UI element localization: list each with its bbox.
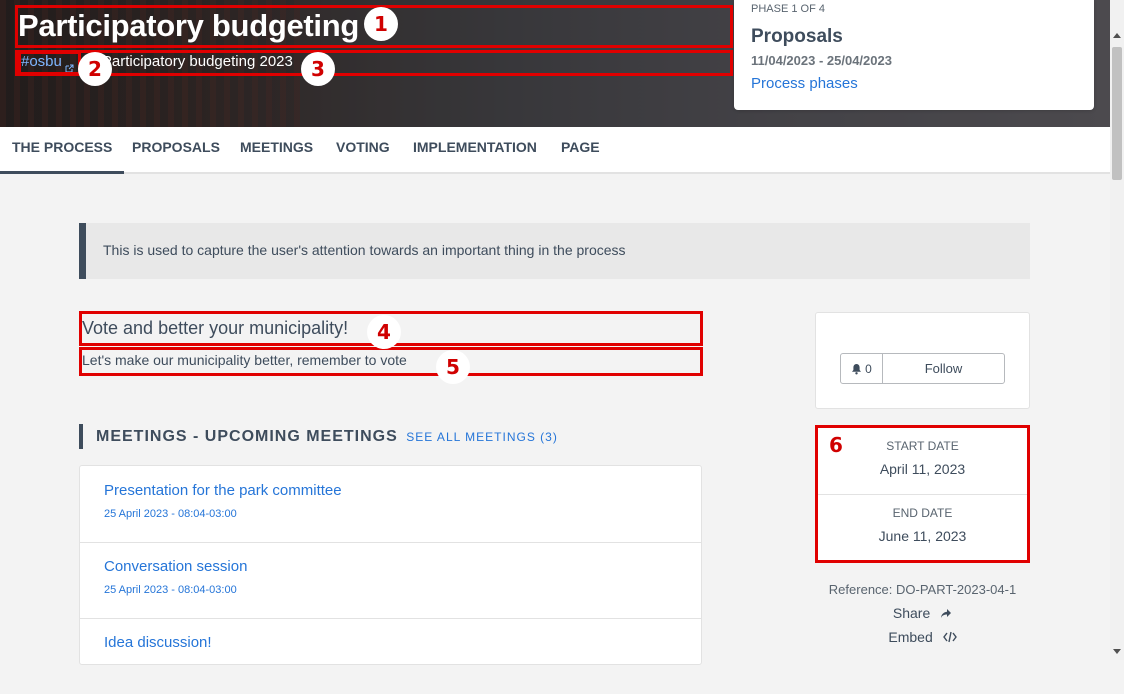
tab-voting[interactable]: VOTING bbox=[336, 127, 390, 172]
meeting-title-link[interactable]: Presentation for the park committee bbox=[104, 482, 342, 499]
embed-label: Embed bbox=[888, 629, 933, 645]
announcement-text: This is used to capture the user's atten… bbox=[103, 242, 626, 258]
meeting-title-link[interactable]: Idea discussion! bbox=[104, 634, 212, 651]
share-arrow-icon bbox=[941, 609, 952, 618]
see-all-meetings-link[interactable]: SEE ALL MEETINGS (3) bbox=[406, 430, 558, 444]
scroll-up-arrow-icon[interactable] bbox=[1113, 33, 1121, 38]
meetings-list: Presentation for the park committee 25 A… bbox=[79, 465, 702, 665]
tab-the-process[interactable]: THE PROCESS bbox=[0, 127, 125, 174]
tab-proposals[interactable]: PROPOSALS bbox=[132, 127, 220, 172]
scroll-thumb[interactable] bbox=[1112, 47, 1122, 180]
share-label: Share bbox=[892, 605, 931, 621]
end-date-value: June 11, 2023 bbox=[878, 528, 967, 544]
process-dates-card: START DATE April 11, 2023 END DATE June … bbox=[815, 426, 1030, 562]
code-icon bbox=[942, 631, 957, 643]
scroll-down-arrow-icon[interactable] bbox=[1113, 649, 1121, 654]
process-title: Participatory budgeting bbox=[18, 8, 360, 43]
tab-implementation[interactable]: IMPLEMENTATION bbox=[413, 127, 537, 172]
description-title: Vote and better your municipality! bbox=[82, 318, 349, 338]
description-text: Let's make our municipality better, reme… bbox=[82, 352, 407, 368]
bell-icon bbox=[852, 363, 862, 374]
hashtag-link[interactable]: #osbu bbox=[21, 52, 62, 72]
phase-name: Proposals bbox=[751, 26, 843, 47]
follow-count: 0 bbox=[841, 354, 883, 383]
annotation-marker-5: 5 bbox=[436, 350, 470, 384]
meeting-item: Presentation for the park committee 25 A… bbox=[80, 466, 701, 543]
tab-page[interactable]: PAGE bbox=[561, 127, 600, 172]
start-date-block: START DATE April 11, 2023 bbox=[816, 439, 1029, 477]
process-subtitle: Participatory budgeting 2023 bbox=[101, 53, 293, 70]
phase-dates: 11/04/2023 - 25/04/2023 bbox=[751, 53, 892, 68]
meeting-date: 25 April 2023 - 08:04-03:00 bbox=[104, 584, 237, 596]
end-date-label: END DATE bbox=[892, 506, 953, 520]
annotation-marker-2: 2 bbox=[78, 52, 112, 86]
process-phases-link[interactable]: Process phases bbox=[751, 75, 858, 92]
hero-subtitle-row: #osbu Participatory budgeting 2023 bbox=[21, 52, 293, 72]
follow-label: Follow bbox=[924, 361, 963, 376]
process-reference: Reference: DO-PART-2023-04-1 bbox=[828, 582, 1017, 597]
date-divider bbox=[816, 494, 1029, 495]
annotation-marker-4: 4 bbox=[367, 315, 401, 349]
end-date-block: END DATE June 11, 2023 bbox=[816, 506, 1029, 544]
page-scrollbar[interactable] bbox=[1110, 0, 1124, 660]
phase-step: PHASE 1 OF 4 bbox=[751, 3, 825, 15]
meetings-section-heading: MEETINGS - UPCOMING MEETINGS SEE ALL MEE… bbox=[79, 424, 558, 449]
external-link-icon bbox=[65, 59, 74, 72]
start-date-value: April 11, 2023 bbox=[879, 461, 966, 477]
announcement-callout: This is used to capture the user's atten… bbox=[79, 223, 1030, 279]
phase-card: PHASE 1 OF 4 Proposals 11/04/2023 - 25/0… bbox=[734, 0, 1094, 110]
tab-meetings[interactable]: MEETINGS bbox=[240, 127, 313, 172]
meeting-title-link[interactable]: Conversation session bbox=[104, 558, 247, 575]
meetings-title: MEETINGS - UPCOMING MEETINGS bbox=[96, 428, 398, 445]
follow-button[interactable]: 0 Follow bbox=[840, 353, 1005, 384]
annotation-marker-3: 3 bbox=[301, 52, 335, 86]
follow-card: 0 Follow bbox=[815, 312, 1030, 409]
meeting-item: Conversation session 25 April 2023 - 08:… bbox=[80, 542, 701, 619]
start-date-label: START DATE bbox=[886, 439, 959, 453]
annotation-marker-6: 6 bbox=[829, 433, 843, 457]
follower-count: 0 bbox=[865, 361, 872, 376]
meeting-date: 25 April 2023 - 08:04-03:00 bbox=[104, 508, 237, 520]
share-button[interactable]: Share bbox=[815, 605, 1030, 621]
process-tabs: THE PROCESS PROPOSALS MEETINGS VOTING IM… bbox=[0, 127, 1110, 174]
annotation-marker-1: 1 bbox=[364, 7, 398, 41]
meeting-item: Idea discussion! bbox=[80, 618, 701, 694]
embed-button[interactable]: Embed bbox=[815, 629, 1030, 645]
